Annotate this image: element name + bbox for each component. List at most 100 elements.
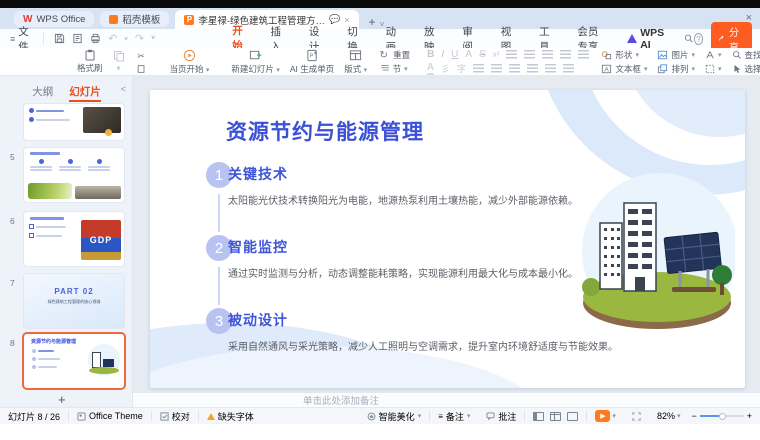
ai-page-icon: P bbox=[306, 49, 319, 62]
wps-ai-icon bbox=[627, 34, 637, 43]
item-heading[interactable]: 被动设计 bbox=[228, 310, 288, 330]
format-painter-button[interactable]: 格式刷 bbox=[72, 49, 108, 75]
notes-toggle-button[interactable]: ≡ 备注▾ bbox=[430, 410, 478, 423]
quickbar-more-chevron-icon[interactable]: ˅ bbox=[151, 35, 155, 42]
slideshow-control: ▶ ▾ bbox=[587, 410, 624, 422]
missing-font-warning[interactable]: 缺失字体 bbox=[199, 410, 262, 423]
cut-button[interactable]: ✂ bbox=[130, 49, 153, 75]
item-body[interactable]: 通过实时监测与分析，动态调整能耗策略，实现能源利用最大化与成本最小化。 bbox=[228, 265, 578, 280]
layout-button[interactable]: 版式 ▾ bbox=[339, 49, 372, 75]
align-left-icon[interactable] bbox=[473, 64, 484, 73]
theme-button[interactable]: Office Theme bbox=[69, 411, 151, 421]
slide-thumbnail-7[interactable]: PART 02 绿色建筑工程管理的核心领域 bbox=[24, 274, 124, 328]
align-right-icon[interactable] bbox=[509, 64, 520, 73]
numbered-list-icon[interactable] bbox=[524, 50, 535, 59]
item-heading[interactable]: 关键技术 bbox=[228, 164, 288, 184]
picture-button[interactable]: 图片▾ bbox=[657, 49, 695, 61]
char-effect-button[interactable]: 字 bbox=[457, 62, 466, 75]
zoom-slider-knob[interactable] bbox=[719, 413, 726, 420]
slide-sorter-view-icon[interactable] bbox=[550, 412, 561, 421]
proofing-button[interactable]: 校对 bbox=[152, 410, 198, 423]
slide-thumbnail-6[interactable]: GDP bbox=[24, 212, 124, 266]
outline-tab[interactable]: 大纲 bbox=[32, 84, 53, 102]
item-body[interactable]: 太阳能光伏技术转换阳光为电能，地源热泵利用土壤热能，减少外部能源依赖。 bbox=[228, 192, 578, 207]
item-body[interactable]: 采用自然通风与采光策略，减少人工照明与空调需求，提升室内环境舒适度与节能效果。 bbox=[228, 338, 618, 353]
thumb-title-bar bbox=[30, 152, 60, 155]
wordart-button[interactable]: ▾ bbox=[705, 50, 722, 60]
underline-button[interactable]: U bbox=[451, 49, 458, 60]
part-label: PART 02 bbox=[24, 287, 124, 296]
zoom-level[interactable]: 82%▾ bbox=[649, 411, 689, 421]
search-icon[interactable] bbox=[684, 33, 693, 44]
undo-chevron-icon[interactable]: ▾ bbox=[124, 35, 128, 43]
normal-view-icon[interactable] bbox=[533, 412, 544, 421]
section-button[interactable]: 节 ▾ bbox=[380, 63, 408, 75]
slide-thumbnail-8-selected[interactable]: 资源节约与能源管理 bbox=[24, 334, 124, 388]
columns-icon[interactable] bbox=[545, 64, 556, 73]
text-color-button[interactable]: A bbox=[427, 62, 434, 75]
gdp-text: GDP bbox=[90, 235, 113, 245]
italic-button[interactable]: I bbox=[441, 49, 444, 60]
bullet-list-icon[interactable] bbox=[506, 50, 517, 59]
part-subtitle: 绿色建筑工程管理的核心领域 bbox=[29, 299, 119, 304]
reading-view-icon[interactable] bbox=[567, 412, 578, 421]
panel-collapse-icon[interactable]: < bbox=[121, 84, 126, 94]
zoom-slider[interactable] bbox=[700, 415, 744, 417]
tab-docer-templates[interactable]: 稻壳模板 bbox=[100, 11, 169, 27]
copy-button[interactable]: ▾ bbox=[108, 49, 130, 75]
indent-increase-icon[interactable] bbox=[560, 50, 571, 59]
export-icon[interactable] bbox=[72, 33, 83, 44]
print-icon[interactable] bbox=[90, 33, 101, 44]
textbox-icon: A bbox=[601, 64, 612, 74]
bold-button[interactable]: B bbox=[427, 49, 434, 60]
reset-label: 重置 bbox=[393, 49, 410, 61]
share-arrow-icon bbox=[719, 34, 726, 43]
line-spacing-icon[interactable] bbox=[578, 50, 589, 59]
strikethrough-button[interactable]: S bbox=[479, 49, 486, 60]
textbox-button[interactable]: A 文本框▾ bbox=[601, 63, 647, 75]
item-heading[interactable]: 智能监控 bbox=[228, 237, 288, 257]
ai-generate-page-button[interactable]: P AI 生成单页 bbox=[285, 49, 339, 75]
slide-counter: 幻灯片 8 / 26 bbox=[0, 410, 68, 423]
file-menu-button[interactable]: ≡ 文件 bbox=[0, 32, 44, 45]
arrange-button[interactable]: 排列▾ bbox=[657, 63, 695, 75]
add-slide-button[interactable]: + bbox=[58, 392, 66, 407]
slides-tab[interactable]: 幻灯片 bbox=[69, 84, 101, 102]
highlight-button[interactable]: 彡 bbox=[441, 62, 450, 75]
zoom-out-button[interactable]: − bbox=[688, 411, 699, 421]
slide-thumbnail-5[interactable] bbox=[24, 148, 124, 202]
slide-thumbnail-partial[interactable] bbox=[24, 104, 124, 140]
thumb-illustration bbox=[88, 344, 120, 376]
redo-icon[interactable]: ↷ bbox=[135, 32, 144, 45]
slide-canvas: 资源节约与能源管理 1 关键技术 太阳能光伏技术转换阳光为电能，地源热泵利用土壤… bbox=[133, 76, 760, 392]
superscript-button[interactable]: x² bbox=[493, 50, 500, 59]
theme-icon bbox=[77, 412, 86, 421]
save-icon[interactable] bbox=[54, 33, 65, 44]
slide-number: 5 bbox=[10, 152, 15, 162]
font-color-a-button[interactable]: A bbox=[465, 49, 472, 60]
slide-title[interactable]: 资源节约与能源管理 bbox=[226, 116, 424, 146]
beautify-button[interactable]: 智能美化▾ bbox=[359, 410, 430, 423]
align-center-icon[interactable] bbox=[491, 64, 502, 73]
comment-button[interactable]: 批注 bbox=[478, 410, 524, 423]
text-direction-icon[interactable] bbox=[563, 64, 574, 73]
notes-bar[interactable]: 单击此处添加备注 bbox=[133, 392, 760, 407]
select-button[interactable]: 选择▾ bbox=[732, 63, 760, 75]
slide-editor[interactable]: 资源节约与能源管理 1 关键技术 太阳能光伏技术转换阳光为电能，地源热泵利用土壤… bbox=[150, 90, 745, 388]
placeholder-insert-button[interactable]: ▾ bbox=[705, 64, 722, 74]
help-icon[interactable]: ? bbox=[694, 33, 704, 45]
justify-icon[interactable] bbox=[527, 64, 538, 73]
zoom-in-button[interactable]: + bbox=[744, 411, 760, 421]
new-slide-button[interactable]: 新建幻灯片 ▾ bbox=[226, 49, 284, 75]
fit-to-window-button[interactable] bbox=[624, 412, 649, 421]
wps-ai-button[interactable]: WPS AI bbox=[627, 27, 670, 51]
play-slideshow-button[interactable]: ▶ bbox=[595, 410, 610, 422]
play-options-chevron-icon[interactable]: ▾ bbox=[612, 412, 616, 420]
arrange-icon bbox=[657, 64, 668, 74]
reset-button[interactable]: ↻ 重置 bbox=[377, 49, 410, 62]
play-from-current-button[interactable]: 当页开始 ▾ bbox=[165, 49, 215, 75]
indent-decrease-icon[interactable] bbox=[542, 50, 553, 59]
shapes-button[interactable]: 形状▾ bbox=[601, 49, 647, 61]
undo-icon[interactable]: ↶ bbox=[108, 32, 117, 45]
find-button[interactable]: 查找▾ bbox=[732, 49, 760, 61]
